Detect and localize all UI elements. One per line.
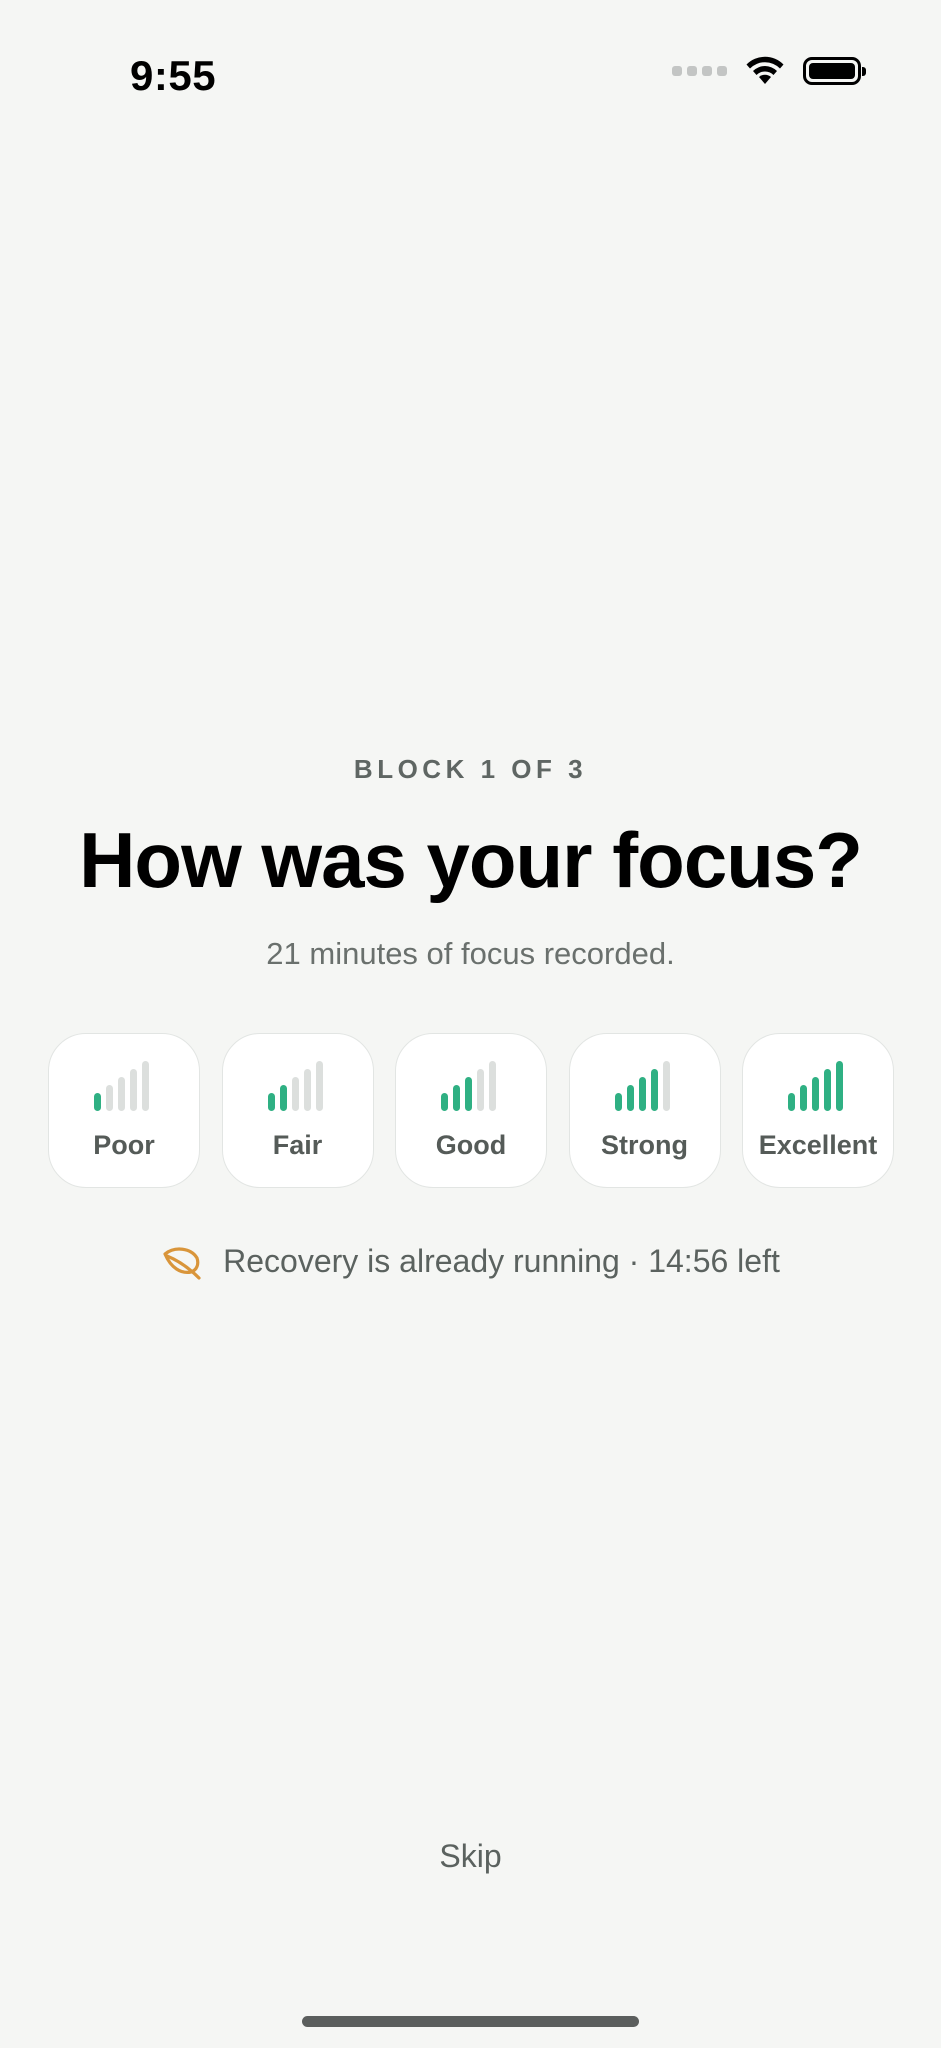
signal-bar xyxy=(626,1085,634,1111)
signal-bar xyxy=(812,1077,819,1111)
signal-bar xyxy=(279,1085,287,1111)
rating-label: Excellent xyxy=(758,1130,878,1160)
leaf-icon xyxy=(163,1247,201,1280)
status-bar: 9:55 xyxy=(0,0,941,150)
rating-option-strong[interactable]: Strong xyxy=(568,1033,721,1188)
rating-label: Strong xyxy=(601,1130,688,1160)
signal-bar xyxy=(267,1093,275,1111)
battery-icon xyxy=(803,57,866,85)
signal-bars-icon xyxy=(94,1061,149,1111)
home-indicator xyxy=(302,2016,639,2027)
page-title: How was your focus? xyxy=(79,816,863,904)
signal-bars-icon xyxy=(267,1061,323,1111)
signal-bar xyxy=(106,1085,113,1111)
signal-bars-icon xyxy=(441,1061,496,1111)
signal-bar xyxy=(118,1077,125,1111)
recovery-status-text: Recovery is already running · 14:56 left xyxy=(223,1243,780,1279)
rating-option-excellent[interactable]: Excellent xyxy=(742,1033,894,1188)
signal-bar xyxy=(315,1061,323,1111)
signal-bar xyxy=(824,1069,831,1111)
signal-bars-icon xyxy=(788,1061,843,1111)
signal-bar xyxy=(800,1085,807,1111)
focus-rating-options: Poor Fair Good Strong Excellent xyxy=(48,1033,894,1188)
signal-bar xyxy=(662,1061,670,1111)
signal-bar xyxy=(788,1093,795,1111)
signal-bar xyxy=(130,1069,137,1111)
skip-button[interactable]: Skip xyxy=(0,1838,941,1875)
focus-summary: 21 minutes of focus recorded. xyxy=(266,936,675,971)
status-icons xyxy=(672,56,866,86)
signal-bar xyxy=(477,1069,484,1111)
signal-bar xyxy=(614,1093,622,1111)
signal-bar xyxy=(453,1085,460,1111)
signal-bars-icon xyxy=(614,1061,670,1111)
signal-bar xyxy=(489,1061,496,1111)
rating-label: Poor xyxy=(93,1130,155,1160)
signal-dots-icon xyxy=(672,66,727,76)
signal-bar xyxy=(303,1069,311,1111)
rating-option-good[interactable]: Good xyxy=(395,1033,547,1188)
wifi-icon xyxy=(746,56,784,84)
block-progress-label: BLOCK 1 OF 3 xyxy=(353,754,588,784)
signal-bar xyxy=(465,1077,472,1111)
signal-bar xyxy=(638,1077,646,1111)
signal-bar xyxy=(94,1093,101,1111)
signal-bar xyxy=(650,1069,658,1111)
status-time: 9:55 xyxy=(130,52,217,99)
rating-label: Fair xyxy=(272,1130,323,1160)
rating-option-fair[interactable]: Fair xyxy=(221,1033,374,1188)
rating-option-poor[interactable]: Poor xyxy=(48,1033,200,1188)
signal-bar xyxy=(441,1093,448,1111)
recovery-status: Recovery is already running · 14:56 left xyxy=(0,1243,941,1280)
rating-label: Good xyxy=(435,1130,507,1160)
signal-bar xyxy=(836,1061,843,1111)
signal-bar xyxy=(142,1061,149,1111)
signal-bar xyxy=(291,1077,299,1111)
